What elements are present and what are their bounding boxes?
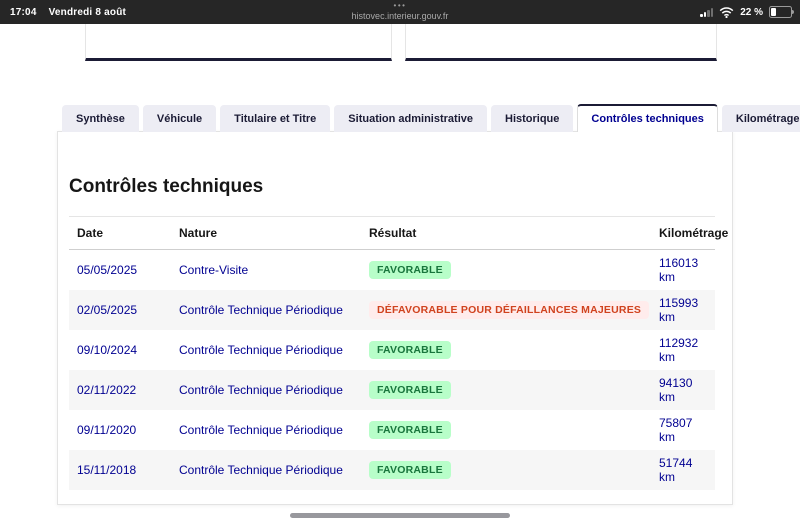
row-km: 112932 km — [651, 330, 715, 370]
card-fragment-left — [85, 24, 392, 61]
table-row: 09/11/2020Contrôle Technique Périodique F… — [69, 410, 715, 450]
status-right: 22 % — [700, 0, 792, 24]
page-options-dots[interactable]: ••• — [0, 2, 800, 10]
ct-table-body: 05/05/2025Contre-Visite FAVORABLE 116013 k… — [69, 250, 715, 491]
cellular-signal-icon — [700, 7, 713, 17]
wifi-icon — [719, 7, 734, 18]
col-header-resultat: Résultat — [361, 217, 651, 250]
screen: 17:04 Vendredi 8 août ••• histovec.inter… — [0, 0, 800, 525]
table-row: 15/11/2018Contrôle Technique Périodique F… — [69, 450, 715, 490]
tab-list: SynthèseVéhiculeTitulaire et TitreSituat… — [57, 103, 800, 132]
row-nature: Contre-Visite — [171, 250, 361, 291]
row-km: 116013 km — [651, 250, 715, 291]
row-date: 02/05/2025 — [69, 290, 171, 330]
row-result: DÉFAVORABLE POUR DÉFAILLANCES MAJEURES — [361, 290, 651, 330]
row-date: 05/05/2025 — [69, 250, 171, 291]
row-date: 15/11/2018 — [69, 450, 171, 490]
tab-vehicule[interactable]: Véhicule — [143, 105, 216, 132]
col-header-nature: Nature — [171, 217, 361, 250]
table-row: 02/11/2022Contrôle Technique Périodique F… — [69, 370, 715, 410]
row-km: 115993 km — [651, 290, 715, 330]
row-date: 09/11/2020 — [69, 410, 171, 450]
row-result: FAVORABLE — [361, 450, 651, 490]
tab-titulaire-et-titre[interactable]: Titulaire et Titre — [220, 105, 330, 132]
tab-historique[interactable]: Historique — [491, 105, 573, 132]
row-nature: Contrôle Technique Périodique — [171, 450, 361, 490]
row-nature: Contrôle Technique Périodique — [171, 370, 361, 410]
tab-panel-controles-techniques: Contrôles techniques Date Nature Résulta… — [57, 131, 733, 505]
inspections-table: Date Nature Résultat Kilométrage 05/05/2… — [69, 216, 715, 490]
row-km: 94130 km — [651, 370, 715, 410]
row-nature: Contrôle Technique Périodique — [171, 290, 361, 330]
address-url[interactable]: histovec.interieur.gouv.fr — [0, 11, 800, 21]
card-fragment-right — [405, 24, 717, 61]
tab-kilometrage[interactable]: Kilométrage — [722, 105, 800, 132]
status-center: ••• histovec.interieur.gouv.fr — [0, 0, 800, 21]
table-row: 02/05/2025Contrôle Technique Périodique D… — [69, 290, 715, 330]
row-result: FAVORABLE — [361, 370, 651, 410]
battery-percent: 22 % — [740, 7, 763, 18]
result-badge: FAVORABLE — [369, 381, 451, 399]
tab-situation-administrative[interactable]: Situation administrative — [334, 105, 487, 132]
row-nature: Contrôle Technique Périodique — [171, 330, 361, 370]
battery-icon — [769, 6, 792, 18]
result-badge: FAVORABLE — [369, 421, 451, 439]
ios-status-bar: 17:04 Vendredi 8 août ••• histovec.inter… — [0, 0, 800, 24]
table-header-row: Date Nature Résultat Kilométrage — [69, 217, 715, 250]
row-date: 02/11/2022 — [69, 370, 171, 410]
row-km: 75807 km — [651, 410, 715, 450]
horizontal-scrollbar[interactable] — [290, 513, 510, 518]
page-title: Contrôles techniques — [69, 176, 732, 198]
row-date: 09/10/2024 — [69, 330, 171, 370]
row-result: FAVORABLE — [361, 410, 651, 450]
row-km: 51744 km — [651, 450, 715, 490]
tab-synthese[interactable]: Synthèse — [62, 105, 139, 132]
result-badge: FAVORABLE — [369, 341, 451, 359]
col-header-kilometrage: Kilométrage — [651, 217, 715, 250]
row-result: FAVORABLE — [361, 330, 651, 370]
row-nature: Contrôle Technique Périodique — [171, 410, 361, 450]
result-badge: FAVORABLE — [369, 461, 451, 479]
result-badge: DÉFAVORABLE POUR DÉFAILLANCES MAJEURES — [369, 301, 649, 319]
table-row: 05/05/2025Contre-Visite FAVORABLE 116013 k… — [69, 250, 715, 291]
table-row: 09/10/2024Contrôle Technique Périodique F… — [69, 330, 715, 370]
result-badge: FAVORABLE — [369, 261, 451, 279]
tab-controles-techniques[interactable]: Contrôles techniques — [577, 104, 717, 132]
row-result: FAVORABLE — [361, 250, 651, 291]
col-header-date: Date — [69, 217, 171, 250]
